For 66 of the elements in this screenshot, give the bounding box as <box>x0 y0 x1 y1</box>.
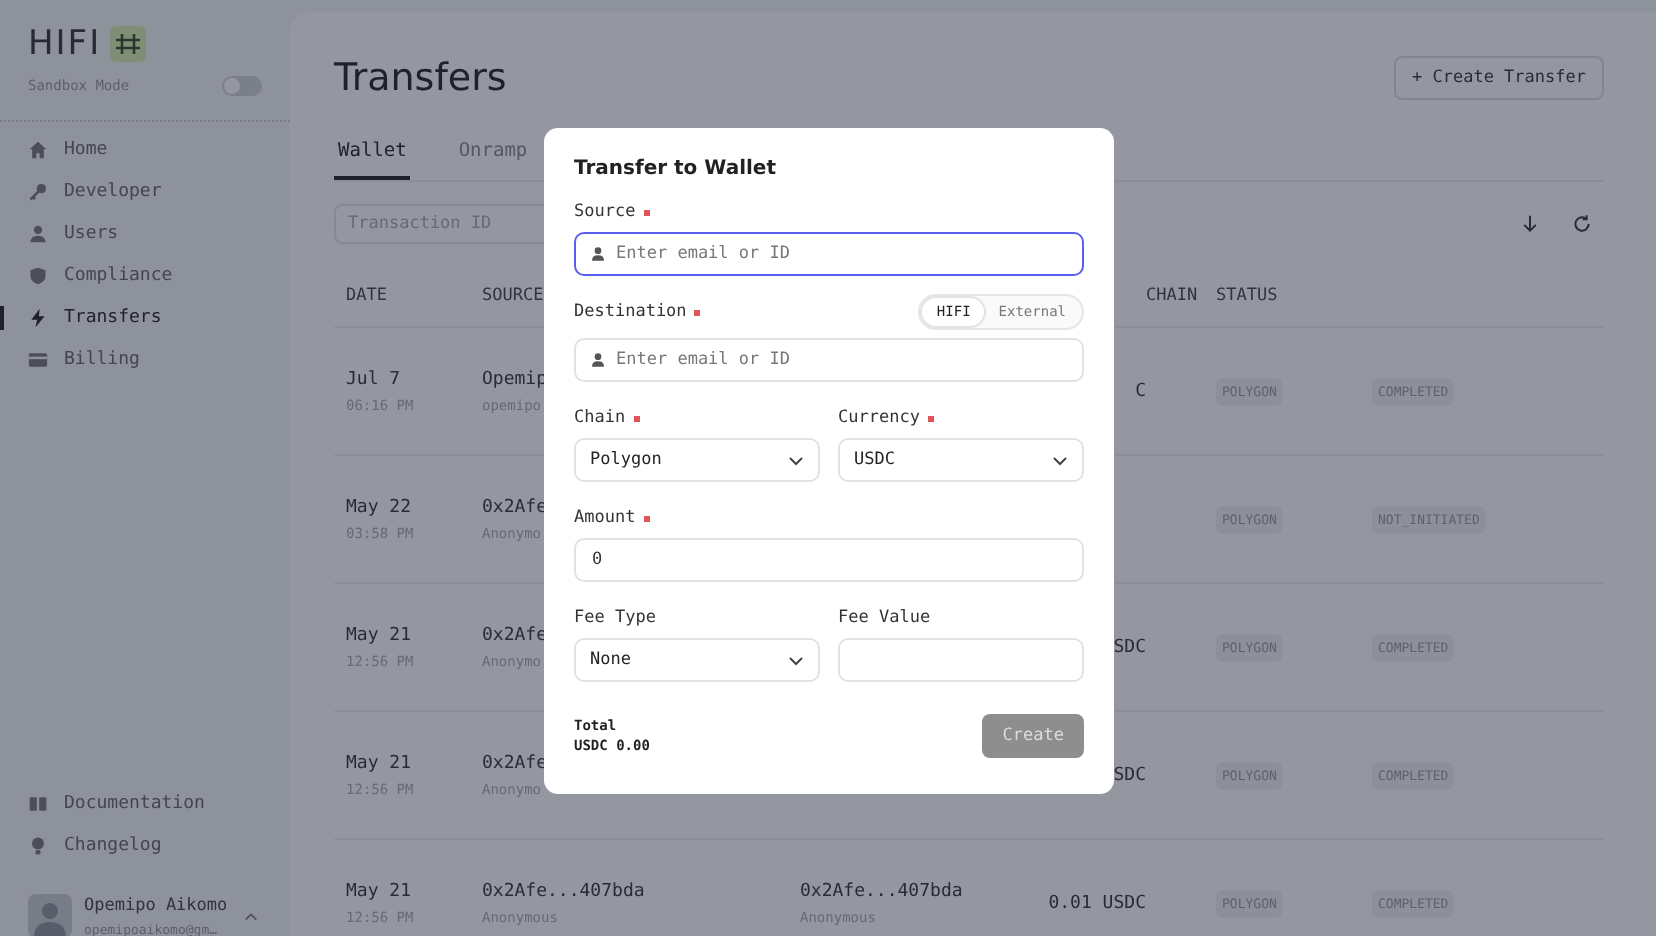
sandbox-toggle[interactable] <box>222 76 262 96</box>
create-transfer-button[interactable]: + Create Transfer <box>1394 56 1604 100</box>
chevron-down-icon <box>1052 455 1068 465</box>
amount-text: SDC <box>1113 765 1146 785</box>
currency-select[interactable]: USDC <box>838 438 1084 482</box>
amount-text: SDC <box>1113 637 1146 657</box>
fee-type-select[interactable]: None <box>574 638 820 682</box>
field-label: Currency <box>838 408 920 428</box>
logo-badge-icon <box>109 26 146 62</box>
amount-text: 0.01 USDC <box>1048 893 1146 913</box>
chevron-down-icon <box>788 655 804 665</box>
caret-up-icon[interactable] <box>243 911 258 921</box>
user-icon <box>590 246 606 262</box>
sidebar-nav-item[interactable]: Compliance <box>28 264 262 288</box>
source-text: Opemip <box>482 369 548 389</box>
avatar-silhouette <box>28 894 72 936</box>
date-text: May 21 <box>346 625 412 645</box>
amount-field[interactable]: 0 <box>574 538 1084 582</box>
download-arrow-icon[interactable] <box>1520 214 1540 234</box>
sidebar-link[interactable]: Changelog <box>28 834 262 858</box>
home-icon <box>28 140 48 160</box>
sidebar-nav-item[interactable]: Developer <box>28 180 262 204</box>
source-field[interactable]: Enter email or ID <box>574 232 1084 276</box>
sidebar-link[interactable]: Documentation <box>28 792 262 816</box>
fee-value-field[interactable] <box>838 638 1084 682</box>
dialog-title: Transfer to Wallet <box>574 158 778 180</box>
user-icon <box>28 224 48 244</box>
sidebar-nav-item[interactable]: Users <box>28 222 262 246</box>
sidebar-nav-item[interactable]: Home <box>28 138 262 162</box>
tab[interactable]: Wallet <box>334 140 411 180</box>
column-header: CHAIN <box>1146 286 1200 306</box>
date-text: Jul 7 <box>346 369 401 389</box>
column-header: DATE <box>346 286 389 306</box>
amount-text: C <box>1135 381 1146 401</box>
date-text: May 21 <box>346 753 412 773</box>
field-label: Destination <box>574 302 687 322</box>
refresh-icon[interactable] <box>1572 214 1592 234</box>
user-icon <box>590 352 606 368</box>
date-text: May 22 <box>346 497 412 517</box>
book-icon <box>28 794 48 814</box>
field-label: Chain <box>574 408 626 428</box>
destination-field[interactable]: Enter email or ID <box>574 338 1084 382</box>
field-label: Amount <box>574 508 636 528</box>
source-text: 0x2Afe <box>482 625 548 645</box>
source-text: 0x2Afe <box>482 753 548 773</box>
source-text: 0x2Afe...407bda <box>482 881 645 901</box>
page-title: Transfers <box>334 56 507 100</box>
shield-icon <box>28 266 48 286</box>
lightbulb-icon <box>28 836 48 856</box>
field-label: Fee Value <box>838 608 931 628</box>
column-header: STATUS <box>1216 286 1280 306</box>
tab[interactable]: Onramp <box>454 140 532 180</box>
user-name: Opemipo Aikomo <box>84 895 228 915</box>
card-icon <box>28 350 48 370</box>
column-header: SOURCE <box>482 286 546 306</box>
source-text: 0x2Afe <box>482 497 548 517</box>
lightning-icon <box>28 308 48 328</box>
chevron-down-icon <box>788 455 804 465</box>
sidebar-nav-item[interactable]: Billing <box>28 348 262 372</box>
chain-select[interactable]: Polygon <box>574 438 820 482</box>
key-icon <box>28 182 48 202</box>
field-label: Source <box>574 202 636 222</box>
destination-text: 0x2Afe...407bda <box>800 881 963 901</box>
field-label: Fee Type <box>574 608 656 628</box>
date-text: May 21 <box>346 881 412 901</box>
logo-text: HIFI <box>28 24 102 64</box>
